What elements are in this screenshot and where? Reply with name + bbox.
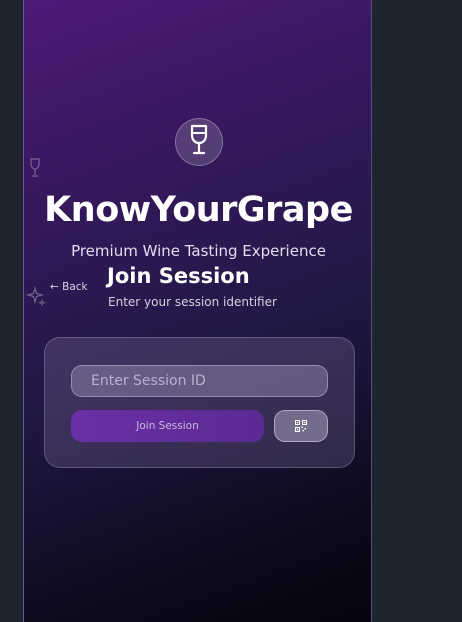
session-id-input[interactable] (71, 365, 328, 397)
decorative-wine-glass-icon (28, 158, 42, 182)
wine-glass-icon (187, 124, 211, 160)
back-link[interactable]: ← Back (50, 281, 88, 293)
join-session-card: Join Session (44, 337, 355, 468)
join-session-subheading: Enter your session identifier (108, 295, 277, 309)
page: KnowYourGrape Premium Wine Tasting Exper… (0, 0, 462, 622)
left-background (0, 0, 23, 622)
app-frame: KnowYourGrape Premium Wine Tasting Exper… (23, 0, 372, 622)
decorative-sparkle-icon (25, 285, 47, 310)
qr-code-icon (295, 417, 307, 436)
logo-badge (175, 118, 223, 166)
qr-scan-button[interactable] (274, 410, 328, 442)
join-session-button[interactable]: Join Session (71, 410, 264, 442)
app-subtitle: Premium Wine Tasting Experience (71, 242, 326, 260)
join-session-heading: Join Session (107, 264, 250, 288)
app-title: KnowYourGrape (44, 190, 353, 230)
